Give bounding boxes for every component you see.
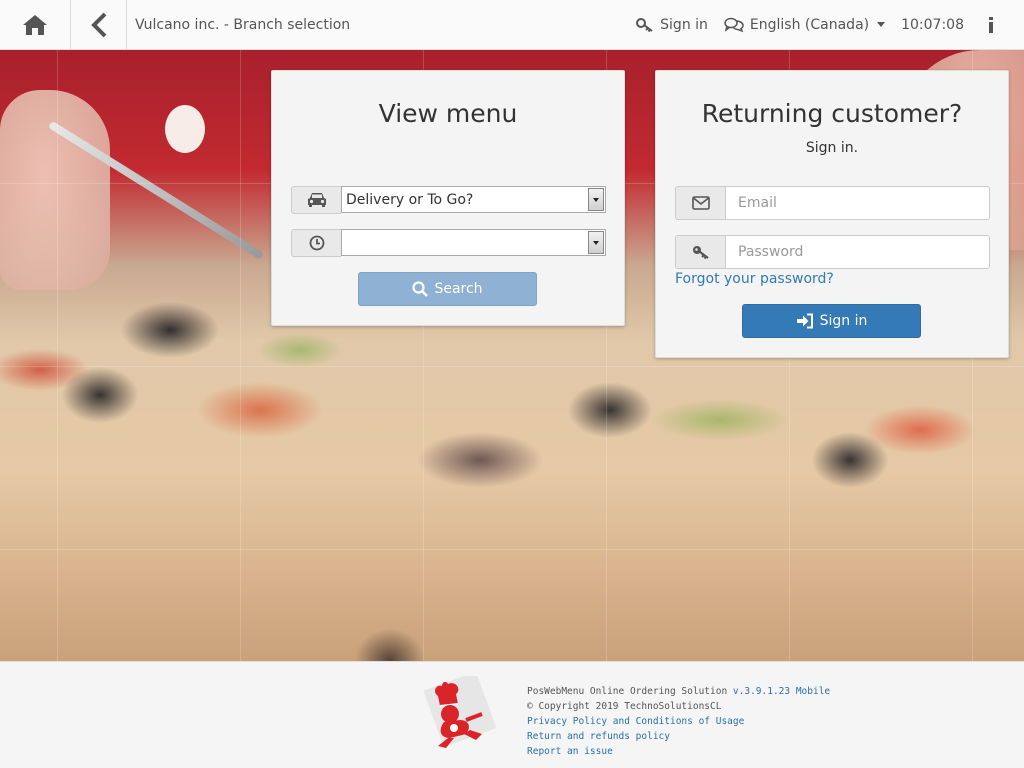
order-type-select[interactable]: Delivery or To Go? [341,186,606,213]
language-dropdown[interactable]: English (Canada) [724,16,886,33]
chevron-down-icon [588,188,604,211]
time-addon [291,229,341,257]
car-icon [307,193,326,207]
back-chevron-icon [90,12,106,37]
login-title: Returning customer? [701,99,963,128]
home-button[interactable] [0,0,71,50]
email-placeholder: Email [738,195,777,211]
sign-in-button[interactable]: Sign in [742,304,921,338]
refunds-link[interactable]: Return and refunds policy [527,729,830,744]
clock-icon [309,235,324,251]
copyright: © Copyright 2019 TechnoSolutionsCL [527,701,722,712]
password-placeholder: Password [738,244,804,260]
search-label: Search [434,281,483,297]
password-field[interactable]: Password [725,235,990,269]
order-type-value: Delivery or To Go? [346,191,474,208]
sign-in-button-label: Sign in [819,313,868,329]
forgot-password-link[interactable]: Forgot your password? [675,271,834,287]
back-button[interactable] [71,0,127,50]
envelope-icon [691,196,710,210]
clock: 10:07:08 [901,16,964,33]
sign-in-link[interactable]: Sign in [636,17,708,33]
email-field[interactable]: Email [725,186,990,220]
page-title: Vulcano inc. - Branch selection [135,16,351,33]
view-menu-panel: View menu Delivery or To Go? Search [271,70,625,326]
language-label: English (Canada) [749,16,870,33]
sign-in-label: Sign in [660,16,708,33]
key-icon [692,246,709,260]
top-bar: Vulcano inc. - Branch selection Sign in … [0,0,1024,50]
version-link[interactable]: v.3.9.1.23 Mobile [733,686,830,697]
sign-in-icon [796,313,813,329]
chevron-down-icon [588,231,604,254]
search-icon [412,281,429,297]
password-addon [675,235,725,269]
chat-bubbles-icon [724,17,744,32]
search-button[interactable]: Search [358,272,537,306]
info-icon [989,16,993,33]
report-issue-link[interactable]: Report an issue [527,744,830,759]
email-addon [675,186,725,220]
key-icon [636,17,653,32]
privacy-link[interactable]: Privacy Policy and Conditions of Usage [527,714,830,729]
login-panel: Returning customer? Sign in. Email Passw… [655,70,1009,358]
home-icon [23,14,47,35]
view-menu-title: View menu [378,99,518,128]
footer: PosWebMenu Online Ordering Solution v.3.… [0,661,1024,768]
info-button[interactable] [988,16,994,33]
chevron-down-icon [877,22,886,27]
login-subtitle: Sign in. [805,140,859,156]
time-select[interactable] [341,229,606,256]
footer-text: PosWebMenu Online Ordering Solution v.3.… [527,684,830,759]
order-type-addon [291,186,341,214]
product-name: PosWebMenu Online Ordering Solution [527,686,728,697]
chef-logo [423,676,496,748]
